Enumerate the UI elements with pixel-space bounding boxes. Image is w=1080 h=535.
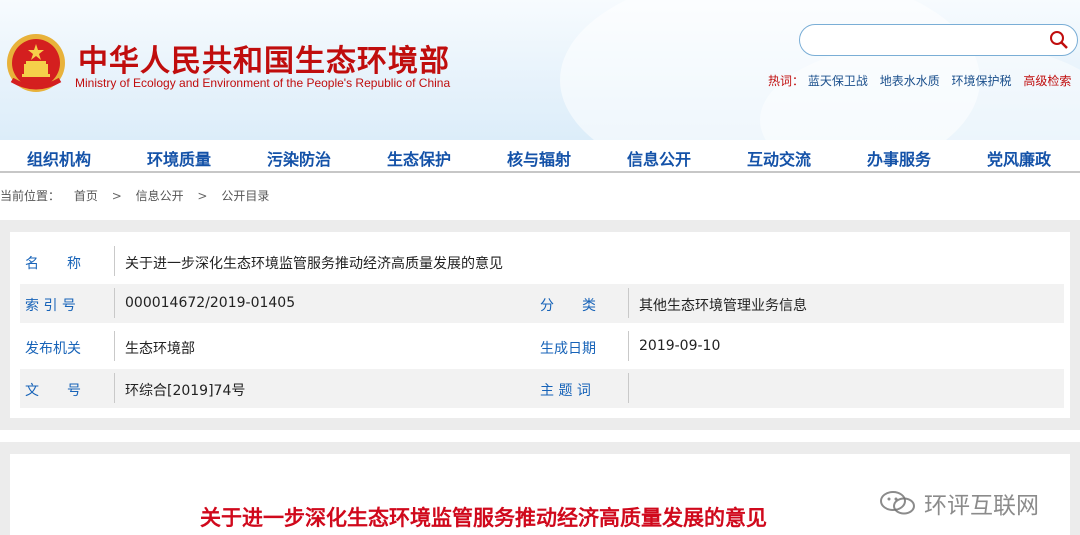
- column-divider: [114, 246, 115, 276]
- nav-item-services[interactable]: 办事服务: [867, 146, 931, 170]
- document-info-panel: 名 称 关于进一步深化生态环境监管服务推动经济高质量发展的意见 索 引 号 00…: [0, 220, 1080, 430]
- nav-item-ecological-protection[interactable]: 生态保护: [387, 146, 451, 170]
- subject-label: 主 题 词: [540, 383, 591, 399]
- search-icon[interactable]: [1049, 30, 1069, 50]
- nav-item-information-disclosure[interactable]: 信息公开: [627, 146, 691, 170]
- breadcrumb: 当前位置： 首页 > 信息公开 > 公开目录: [0, 187, 279, 204]
- column-divider: [628, 331, 629, 361]
- name-value: 关于进一步深化生态环境监管服务推动经济高质量发展的意见: [125, 256, 503, 272]
- category-label: 分 类: [540, 298, 596, 314]
- info-row-index: 索 引 号 000014672/2019-01405 分 类 其他生态环境管理业…: [20, 284, 1064, 323]
- issuer-value: 生态环境部: [125, 341, 195, 357]
- document-content-panel: 关于进一步深化生态环境监管服务推动经济高质量发展的意见 环评互联网: [0, 442, 1080, 535]
- document-title: 关于进一步深化生态环境监管服务推动经济高质量发展的意见: [200, 506, 767, 530]
- watermark-text: 环评互联网: [924, 493, 1039, 519]
- wechat-icon: [880, 491, 915, 515]
- nav-item-party-conduct[interactable]: 党风廉政: [987, 146, 1051, 170]
- date-value: 2019-09-10: [639, 338, 721, 354]
- name-label: 名 称: [25, 256, 81, 272]
- column-divider: [114, 331, 115, 361]
- issuer-label: 发布机关: [25, 341, 81, 357]
- breadcrumb-catalog[interactable]: 公开目录: [221, 189, 269, 203]
- site-header: 中华人民共和国生态环境部 Ministry of Ecology and Env…: [0, 0, 1080, 140]
- nav-item-pollution-control[interactable]: 污染防治: [267, 146, 331, 170]
- site-title[interactable]: 中华人民共和国生态环境部: [78, 36, 450, 80]
- breadcrumb-info-disclosure[interactable]: 信息公开: [136, 189, 184, 203]
- nav-item-nuclear-radiation[interactable]: 核与辐射: [507, 146, 571, 170]
- document-info-table: 名 称 关于进一步深化生态环境监管服务推动经济高质量发展的意见 索 引 号 00…: [10, 232, 1070, 418]
- column-divider: [114, 288, 115, 318]
- hotwords-bar: 热词： 蓝天保卫战 地表水水质 环境保护税 高级检索: [768, 72, 1071, 89]
- document-body: 关于进一步深化生态环境监管服务推动经济高质量发展的意见 环评互联网: [10, 454, 1070, 535]
- nav-item-organization[interactable]: 组织机构: [27, 146, 91, 170]
- column-divider: [628, 373, 629, 403]
- nav-item-environment-quality[interactable]: 环境质量: [147, 146, 211, 170]
- column-divider: [628, 288, 629, 318]
- nav-item-interaction[interactable]: 互动交流: [747, 146, 811, 170]
- hotword-link[interactable]: 环境保护税: [952, 74, 1012, 88]
- info-row-issuer: 发布机关 生态环境部 生成日期 2019-09-10: [20, 327, 1064, 366]
- breadcrumb-label: 当前位置：: [0, 189, 61, 203]
- index-label: 索 引 号: [25, 298, 76, 314]
- main-nav: 组织机构 环境质量 污染防治 生态保护 核与辐射 信息公开 互动交流 办事服务 …: [0, 140, 1080, 173]
- search-input[interactable]: [799, 24, 1078, 56]
- hotword-link[interactable]: 蓝天保卫战: [808, 74, 868, 88]
- hotword-link[interactable]: 地表水水质: [880, 74, 940, 88]
- info-row-name: 名 称 关于进一步深化生态环境监管服务推动经济高质量发展的意见: [20, 242, 1064, 281]
- breadcrumb-home[interactable]: 首页: [74, 189, 98, 203]
- index-value: 000014672/2019-01405: [125, 295, 296, 311]
- hotwords-label: 热词：: [768, 74, 805, 88]
- date-label: 生成日期: [540, 341, 596, 357]
- docno-value: 环综合[2019]74号: [125, 383, 246, 399]
- advanced-search-link[interactable]: 高级检索: [1023, 74, 1071, 88]
- column-divider: [114, 373, 115, 403]
- category-value: 其他生态环境管理业务信息: [639, 298, 807, 314]
- national-emblem-icon[interactable]: [4, 30, 68, 94]
- info-row-docno: 文 号 环综合[2019]74号 主 题 词: [20, 369, 1064, 408]
- breadcrumb-separator: >: [197, 189, 208, 203]
- docno-label: 文 号: [25, 383, 81, 399]
- site-subtitle: Ministry of Ecology and Environment of t…: [75, 76, 451, 90]
- breadcrumb-separator: >: [111, 189, 122, 203]
